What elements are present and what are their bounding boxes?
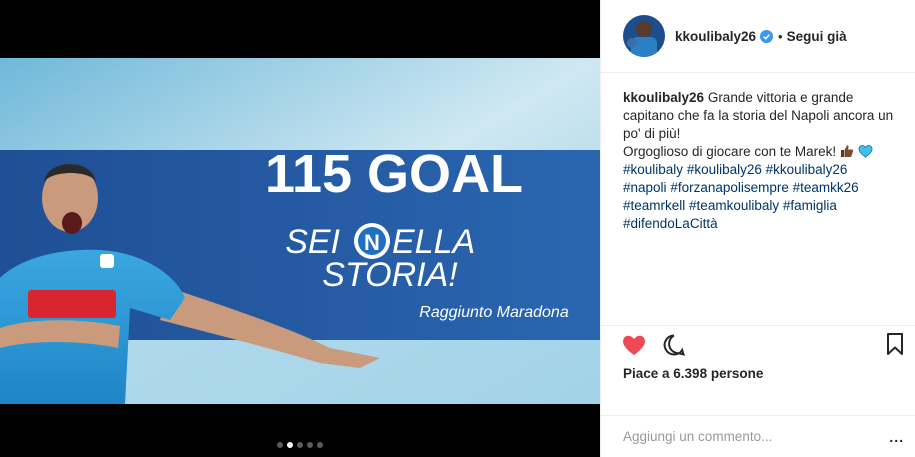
headline-subline: Raggiunto Maradona: [419, 304, 569, 321]
carousel-dot-active[interactable]: [287, 442, 293, 448]
post-side-pane: kkoulibaly26 • Segui già kkoulibaly26 Gr…: [600, 0, 915, 457]
comment-input[interactable]: [623, 429, 873, 444]
carousel-dot[interactable]: [277, 442, 283, 448]
hashtag-link[interactable]: #kkoulibaly26: [766, 162, 848, 177]
post-caption: kkoulibaly26 Grande vittoria e grande ca…: [601, 73, 915, 324]
hashtag-link[interactable]: #koulibaly: [623, 162, 683, 177]
post-media-pane: 115 GOAL SEI N ELLA STORIA! Raggiunto Ma…: [0, 0, 600, 457]
svg-text:N: N: [364, 230, 380, 255]
heart-icon: [623, 335, 645, 355]
post-actions-area: Piace a 6.398 persone: [601, 325, 915, 415]
hashtag-link[interactable]: #napoli: [623, 180, 667, 195]
hashtag-link[interactable]: #teamrkell: [623, 198, 685, 213]
header-separator: •: [778, 28, 783, 44]
caption-text-line2: Orgoglioso di giocare con te Marek!: [623, 144, 837, 159]
hashtag-link[interactable]: #famiglia: [783, 198, 837, 213]
likes-count[interactable]: Piace a 6.398 persone: [601, 360, 915, 381]
bookmark-icon[interactable]: [884, 332, 906, 356]
blue-heart-icon: [858, 145, 873, 158]
hashtag-link[interactable]: #difendoLaCittà: [623, 216, 718, 231]
thumbs-up-icon: [840, 145, 854, 157]
comment-bubble-icon: [663, 334, 685, 356]
header-username[interactable]: kkoulibaly26: [675, 29, 756, 44]
post-image[interactable]: 115 GOAL SEI N ELLA STORIA! Raggiunto Ma…: [0, 58, 600, 404]
carousel-dot[interactable]: [307, 442, 313, 448]
hashtag-link[interactable]: #forzanapolisempre: [670, 180, 789, 195]
carousel-indicator: [0, 437, 600, 453]
comment-button[interactable]: [661, 332, 687, 358]
like-button[interactable]: [621, 332, 647, 358]
hashtag-link[interactable]: #teamkoulibaly: [689, 198, 779, 213]
headline-text: 115 GOAL: [265, 144, 523, 204]
hashtag-link[interactable]: #koulibaly26: [687, 162, 762, 177]
action-bar: [601, 326, 915, 360]
post-header: kkoulibaly26 • Segui già: [601, 0, 915, 73]
avatar[interactable]: [623, 15, 665, 57]
follow-status-button[interactable]: Segui già: [787, 29, 847, 44]
napoli-logo: N: [354, 223, 390, 259]
carousel-dot[interactable]: [297, 442, 303, 448]
post-image-graphic: 115 GOAL SEI N ELLA STORIA! Raggiunto Ma…: [0, 58, 600, 404]
hashtag-link[interactable]: #teamkk26: [793, 180, 859, 195]
headline-line2: STORIA!: [322, 256, 458, 294]
verified-badge-icon: [760, 29, 774, 43]
comment-form: ...: [601, 415, 915, 457]
avatar-image: [623, 15, 665, 57]
carousel-dot[interactable]: [317, 442, 323, 448]
more-options-button[interactable]: ...: [889, 429, 904, 445]
caption-username[interactable]: kkoulibaly26: [623, 90, 704, 105]
